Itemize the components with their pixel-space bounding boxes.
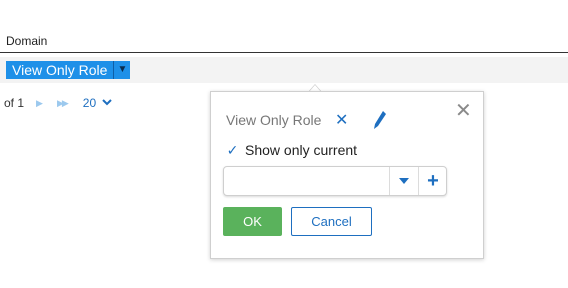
- chip-dropdown-icon[interactable]: ▼: [114, 61, 131, 79]
- column-header-domain: Domain: [6, 34, 48, 48]
- pager: of 1 ▶ ▶▶ 20: [0, 95, 112, 111]
- page-count-text: of 1: [4, 96, 25, 110]
- ok-button[interactable]: OK: [223, 207, 282, 236]
- remove-filter-icon[interactable]: ✕: [335, 110, 348, 130]
- popup-title: View Only Role: [226, 112, 322, 128]
- combo-dropdown-icon[interactable]: [389, 167, 418, 195]
- close-icon[interactable]: ✕: [455, 98, 472, 123]
- header-divider: [0, 52, 568, 53]
- role-filter-chip[interactable]: View Only Role ▼: [6, 61, 131, 79]
- page-size-value[interactable]: 20: [83, 96, 96, 110]
- checkmark-icon[interactable]: ✓: [226, 142, 239, 158]
- checkbox-label: Show only current: [245, 142, 358, 158]
- show-only-current-checkbox[interactable]: ✓ Show only current: [226, 142, 358, 159]
- edit-pencil-icon[interactable]: [373, 110, 387, 135]
- role-filter-popup: View Only Role ✕ ✕ ✓ Show only current +…: [210, 91, 484, 259]
- add-icon[interactable]: +: [418, 167, 447, 195]
- role-combo-input[interactable]: +: [223, 166, 447, 196]
- cancel-button[interactable]: Cancel: [291, 207, 372, 236]
- last-page-icon[interactable]: ▶▶: [57, 98, 69, 109]
- chevron-down-icon[interactable]: [102, 98, 112, 109]
- next-page-icon[interactable]: ▶: [36, 98, 43, 109]
- role-filter-chip-label: View Only Role: [12, 62, 108, 78]
